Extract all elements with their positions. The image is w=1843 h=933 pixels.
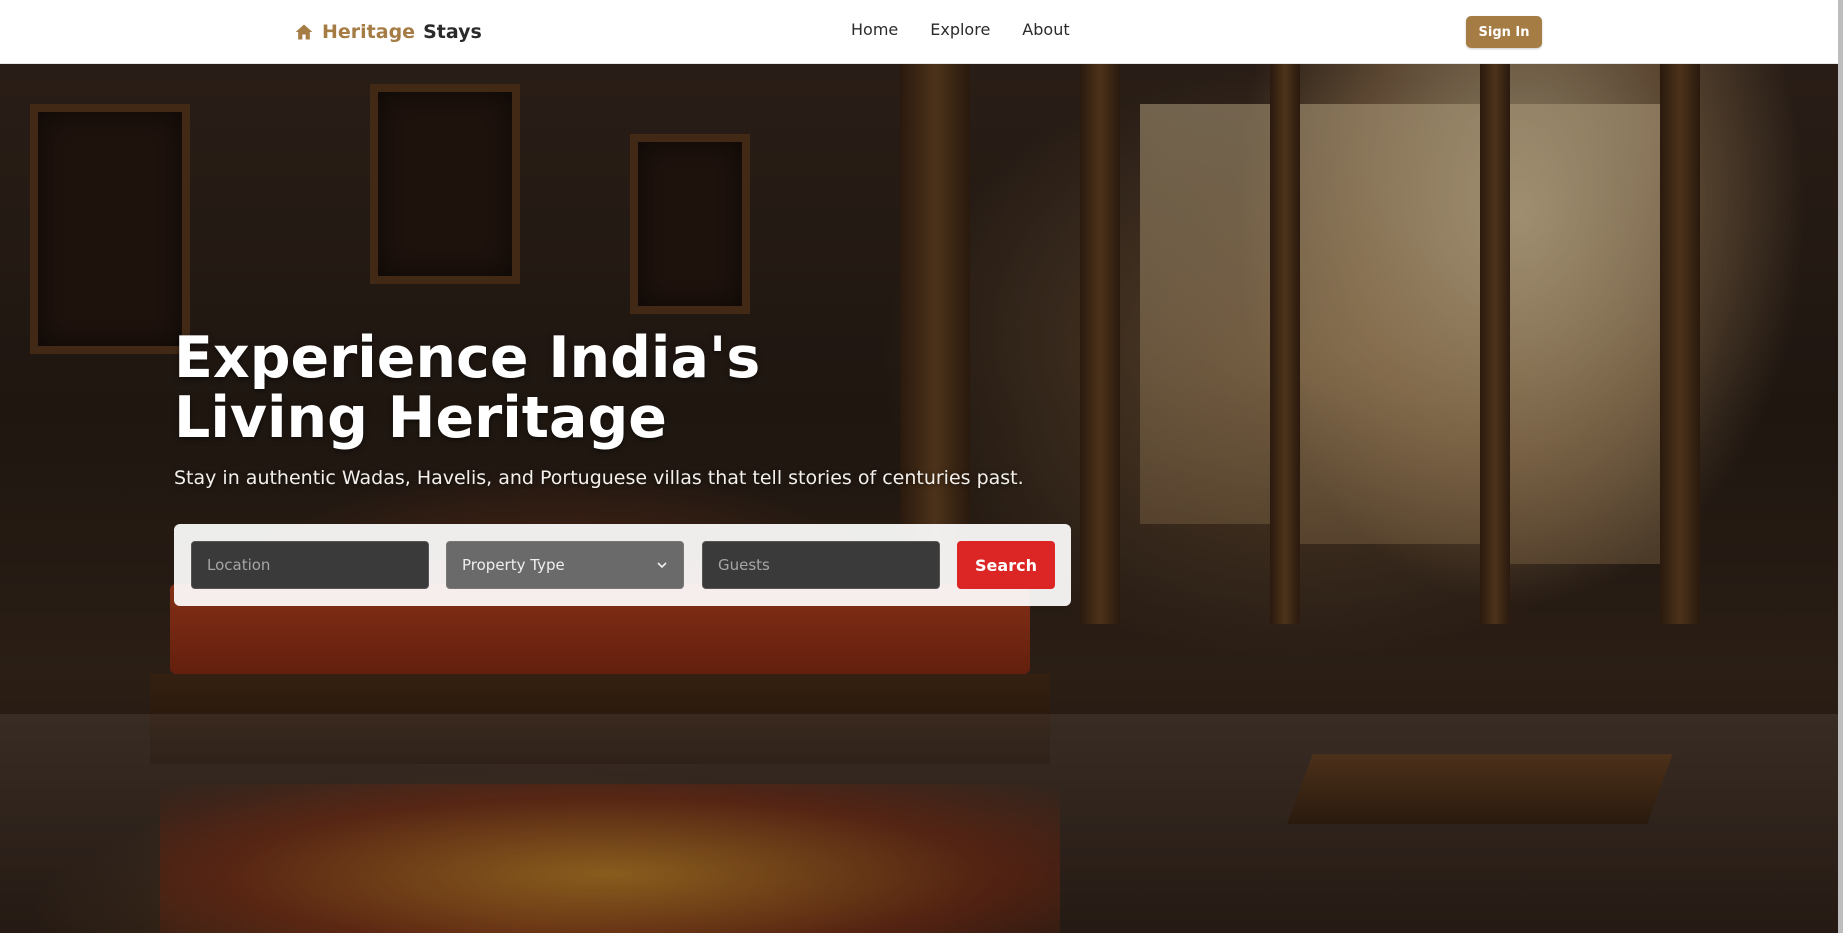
search-panel: Property Type Search	[174, 524, 1071, 606]
guests-input[interactable]	[702, 541, 940, 589]
page-scrollbar[interactable]	[1838, 0, 1843, 933]
hero-title: Experience India's Living Heritage	[174, 325, 761, 451]
main-nav: Home Explore About	[851, 20, 1070, 39]
hero-subtitle: Stay in authentic Wadas, Havelis, and Po…	[174, 467, 1024, 489]
scrollbar-thumb[interactable]	[1838, 0, 1843, 933]
home-icon	[295, 24, 313, 40]
sign-in-button[interactable]: Sign In	[1466, 16, 1542, 48]
navbar: Heritage Stays Home Explore About Sign I…	[0, 0, 1838, 64]
hero-section: Experience India's Living Heritage Stay …	[0, 64, 1838, 933]
location-input[interactable]	[191, 541, 429, 589]
nav-link-about[interactable]: About	[1022, 20, 1069, 39]
property-type-value: Property Type	[462, 556, 565, 574]
search-button[interactable]: Search	[957, 541, 1055, 589]
nav-link-explore[interactable]: Explore	[930, 20, 990, 39]
chevron-down-icon	[657, 562, 667, 569]
property-type-select[interactable]: Property Type	[446, 541, 684, 589]
nav-link-home[interactable]: Home	[851, 20, 898, 39]
brand-name-part2: Stays	[423, 21, 482, 43]
brand-logo[interactable]: Heritage Stays	[294, 19, 482, 45]
brand-name-part1: Heritage	[322, 21, 416, 43]
hero-overlay	[0, 64, 1838, 933]
